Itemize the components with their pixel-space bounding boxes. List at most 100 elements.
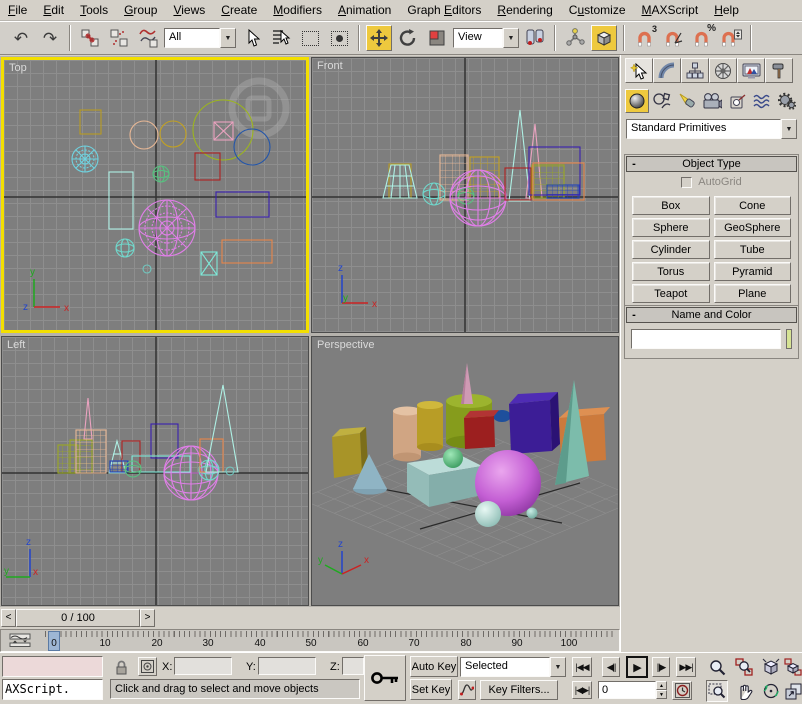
- y-coord-field[interactable]: [258, 657, 316, 675]
- spinner-down-icon[interactable]: ▼: [656, 690, 667, 699]
- viewport-left[interactable]: Left: [1, 336, 309, 606]
- tab-utilities[interactable]: [765, 58, 793, 83]
- rectangular-selection-region-button[interactable]: [297, 25, 323, 51]
- auto-key-button[interactable]: Auto Key: [410, 656, 458, 677]
- arc-rotate-button[interactable]: [760, 680, 782, 702]
- primitives-category-dropdown[interactable]: Standard Primitives ▼: [626, 119, 797, 139]
- use-pivot-point-center-button[interactable]: [522, 25, 548, 51]
- key-filters-button[interactable]: Key Filters...: [480, 680, 558, 700]
- set-key-button[interactable]: Set Key: [410, 679, 452, 700]
- tab-create[interactable]: [625, 58, 653, 83]
- box-button[interactable]: Box: [632, 196, 710, 215]
- track-bar[interactable]: 0 10 20 30 40 50 60 70 80 90 100: [0, 629, 620, 652]
- viewport-perspective[interactable]: Perspective: [311, 336, 619, 606]
- category-helpers[interactable]: [725, 89, 749, 113]
- angle-snap-button[interactable]: [660, 25, 686, 51]
- goto-start-button[interactable]: |◀◀: [572, 657, 592, 677]
- snaps-toggle-button[interactable]: [591, 25, 617, 51]
- x-coord-field[interactable]: [174, 657, 232, 675]
- zoom-extents-all-button[interactable]: [784, 656, 802, 678]
- object-color-swatch[interactable]: [786, 329, 792, 349]
- menu-group[interactable]: Group: [116, 0, 165, 20]
- name-color-rollout-header[interactable]: - Name and Color: [626, 307, 797, 323]
- menu-rendering[interactable]: Rendering: [489, 0, 560, 20]
- current-frame-field[interactable]: [598, 681, 656, 699]
- category-cameras[interactable]: [700, 89, 724, 113]
- macro-recorder-pane[interactable]: [2, 656, 103, 677]
- teapot-button[interactable]: Teapot: [632, 284, 710, 303]
- selection-lock-toggle[interactable]: [112, 658, 130, 676]
- tab-motion[interactable]: [709, 58, 737, 83]
- cylinder-button[interactable]: Cylinder: [632, 240, 710, 259]
- viewport-top[interactable]: Top: [1, 57, 309, 333]
- snap-toggle-3d-button[interactable]: 3: [631, 25, 657, 51]
- plane-button[interactable]: Plane: [714, 284, 792, 303]
- maxscript-mini-listener[interactable]: AXScript.: [2, 679, 103, 700]
- previous-frame-button[interactable]: ◀||: [602, 657, 620, 677]
- goto-end-button[interactable]: ▶▶|: [676, 657, 696, 677]
- frame-spinner[interactable]: ▲ ▼: [656, 681, 667, 699]
- menu-help[interactable]: Help: [706, 0, 747, 20]
- zoom-extents-button[interactable]: [760, 656, 782, 678]
- z-coord-field[interactable]: [342, 657, 364, 675]
- tab-modify[interactable]: [653, 58, 681, 83]
- tab-display[interactable]: [737, 58, 765, 83]
- spinner-snap-button[interactable]: [718, 25, 744, 51]
- menu-views[interactable]: Views: [165, 0, 213, 20]
- category-geometry[interactable]: [625, 89, 649, 113]
- zoom-all-button[interactable]: [733, 656, 755, 678]
- tab-hierarchy[interactable]: [681, 58, 709, 83]
- time-slider-button[interactable]: 0 / 100: [16, 609, 140, 627]
- geosphere-button[interactable]: GeoSphere: [714, 218, 792, 237]
- bind-to-spacewarp-button[interactable]: [135, 25, 161, 51]
- reference-coordinate-dropdown[interactable]: View ▼: [453, 28, 519, 48]
- absolute-offset-mode-toggle[interactable]: [138, 657, 157, 676]
- menu-create[interactable]: Create: [213, 0, 265, 20]
- dropdown-arrow-icon[interactable]: ▼: [550, 657, 566, 677]
- autogrid-checkbox[interactable]: [681, 177, 692, 188]
- category-shapes[interactable]: [650, 89, 674, 113]
- pyramid-button[interactable]: Pyramid: [714, 262, 792, 281]
- torus-button[interactable]: Torus: [632, 262, 710, 281]
- tube-button[interactable]: Tube: [714, 240, 792, 259]
- category-systems[interactable]: [775, 89, 799, 113]
- cone-button[interactable]: Cone: [714, 196, 792, 215]
- select-and-manipulate-button[interactable]: [562, 25, 588, 51]
- menu-tools[interactable]: Tools: [72, 0, 116, 20]
- time-slider-next-button[interactable]: >: [140, 609, 155, 627]
- selection-set-dropdown[interactable]: Selected ▼: [460, 657, 566, 677]
- window-crossing-toggle[interactable]: [326, 25, 352, 51]
- menu-customize[interactable]: Customize: [561, 0, 634, 20]
- menu-maxscript[interactable]: MAXScript: [634, 0, 707, 20]
- category-lights[interactable]: [675, 89, 699, 113]
- set-keys-button[interactable]: [364, 655, 406, 701]
- time-slider-prev-button[interactable]: <: [1, 609, 16, 627]
- menu-graph-editors[interactable]: Graph Editors: [399, 0, 489, 20]
- zoom-region-button[interactable]: [706, 680, 728, 702]
- mini-curve-editor-button[interactable]: [6, 632, 34, 649]
- percent-snap-button[interactable]: %: [689, 25, 715, 51]
- sphere-button[interactable]: Sphere: [632, 218, 710, 237]
- menu-file[interactable]: File: [0, 0, 35, 20]
- select-and-scale-button[interactable]: [424, 25, 450, 51]
- select-and-link-button[interactable]: [77, 25, 103, 51]
- pan-button[interactable]: [733, 680, 755, 702]
- viewport-front[interactable]: Front: [311, 57, 619, 333]
- unlink-selection-button[interactable]: [106, 25, 132, 51]
- dropdown-arrow-icon[interactable]: ▼: [220, 28, 236, 48]
- track-bar-ruler[interactable]: [45, 631, 615, 652]
- object-name-input[interactable]: [631, 329, 781, 349]
- selection-filter-dropdown[interactable]: All ▼: [164, 28, 236, 48]
- select-object-button[interactable]: [239, 25, 265, 51]
- select-and-move-button[interactable]: [366, 25, 392, 51]
- undo-button[interactable]: ↶: [8, 25, 34, 51]
- dropdown-arrow-icon[interactable]: ▼: [503, 28, 519, 48]
- time-configuration-button[interactable]: [672, 681, 692, 700]
- zoom-button[interactable]: [706, 656, 728, 678]
- select-by-name-button[interactable]: [268, 25, 294, 51]
- object-type-rollout-header[interactable]: - Object Type: [626, 156, 797, 172]
- select-and-rotate-button[interactable]: [395, 25, 421, 51]
- menu-modifiers[interactable]: Modifiers: [265, 0, 330, 20]
- min-max-toggle-button[interactable]: [784, 680, 802, 702]
- menu-animation[interactable]: Animation: [330, 0, 399, 20]
